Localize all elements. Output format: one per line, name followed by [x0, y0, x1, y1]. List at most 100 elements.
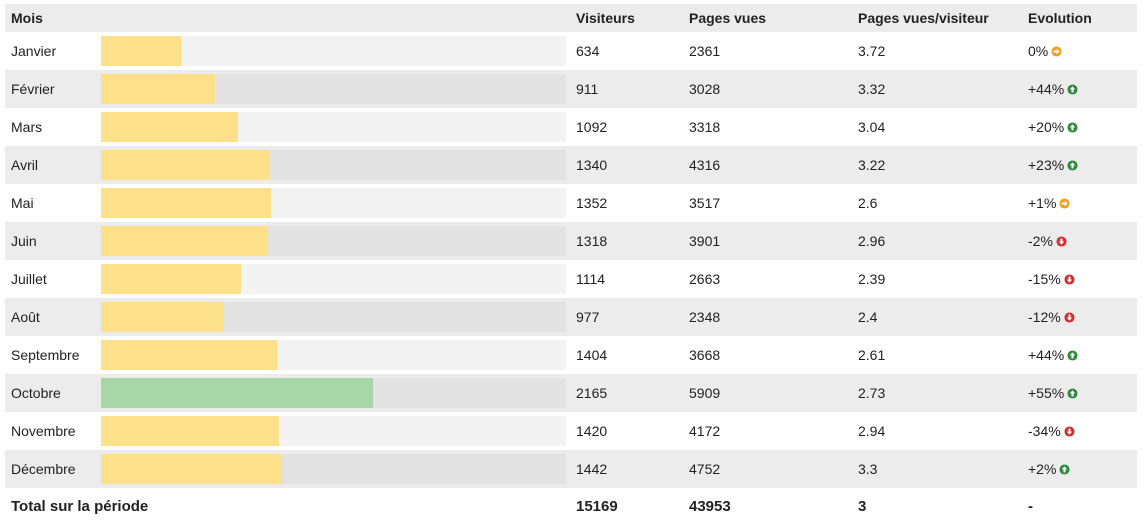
- pages-cell: 4172: [689, 423, 721, 439]
- pages-per-visitor-cell: 2.6: [858, 195, 878, 211]
- evolution-value: +55%: [1028, 385, 1065, 401]
- month-cell: Juillet: [11, 271, 47, 287]
- bar-fill: [101, 36, 181, 66]
- evolution-cell: -34%: [1018, 423, 1137, 439]
- evolution-value: +44%: [1028, 81, 1065, 97]
- pages-per-visitor-cell: 2.39: [858, 271, 886, 287]
- month-cell: Septembre: [11, 347, 80, 363]
- table-row: Juillet 1114 2663 2.39 -15%: [5, 260, 1137, 298]
- visitors-bar: [101, 264, 566, 294]
- evolution-cell: +23%: [1018, 157, 1137, 173]
- visitors-bar: [101, 302, 566, 332]
- evolution-value: -15%: [1028, 271, 1061, 287]
- table-row: Décembre 1442 4752 3.3 +2%: [5, 450, 1137, 488]
- bar-fill: [101, 226, 267, 256]
- pages-cell: 3517: [689, 195, 721, 211]
- evolution-value: +20%: [1028, 119, 1065, 135]
- month-cell: Janvier: [11, 43, 57, 59]
- bar-fill: [101, 264, 241, 294]
- visitors-cell: 2165: [576, 385, 608, 401]
- evolution-cell: 0%: [1018, 43, 1137, 59]
- visitors-bar: [101, 454, 566, 484]
- total-row: Total sur la période 15169 43953 3 -: [5, 488, 1137, 524]
- pages-per-visitor-cell: 3.22: [858, 157, 886, 173]
- arrow-down-circle-icon: [1064, 273, 1075, 285]
- pages-per-visitor-cell: 2.61: [858, 347, 886, 363]
- table-row: Août 977 2348 2.4 -12%: [5, 298, 1137, 336]
- pages-cell: 2361: [689, 43, 721, 59]
- monthly-stats-table: Mois Visiteurs Pages vues Pages vues/vis…: [5, 4, 1137, 524]
- pages-cell: 2348: [689, 309, 721, 325]
- evolution-cell: -12%: [1018, 309, 1137, 325]
- evolution-value: 0%: [1028, 43, 1049, 59]
- pages-cell: 2663: [689, 271, 721, 287]
- visitors-cell: 1442: [576, 461, 608, 477]
- table-row: Septembre 1404 3668 2.61 +44%: [5, 336, 1137, 374]
- month-cell: Mai: [11, 195, 34, 211]
- pages-per-visitor-cell: 2.4: [858, 309, 878, 325]
- table-header: Mois Visiteurs Pages vues Pages vues/vis…: [5, 4, 1137, 32]
- pages-per-visitor-cell: 3.04: [858, 119, 886, 135]
- evolution-value: -2%: [1028, 233, 1053, 249]
- pages-per-visitor-cell: 3.72: [858, 43, 886, 59]
- total-pages: 43953: [689, 497, 731, 515]
- table-row: Février 911 3028 3.32 +44%: [5, 70, 1137, 108]
- header-pages-per-visitor: Pages vues/visiteur: [858, 10, 989, 26]
- visitors-bar: [101, 150, 566, 180]
- bar-fill: [101, 302, 224, 332]
- visitors-cell: 1404: [576, 347, 608, 363]
- table-row: Avril 1340 4316 3.22 +23%: [5, 146, 1137, 184]
- evolution-value: +2%: [1028, 461, 1057, 477]
- evolution-value: +23%: [1028, 157, 1065, 173]
- arrow-up-circle-icon: [1067, 121, 1078, 133]
- evolution-value: +1%: [1028, 195, 1057, 211]
- visitors-cell: 1420: [576, 423, 608, 439]
- table-row: Mars 1092 3318 3.04 +20%: [5, 108, 1137, 146]
- evolution-cell: +55%: [1018, 385, 1137, 401]
- header-evolution: Evolution: [1028, 10, 1092, 26]
- visitors-bar: [101, 188, 566, 218]
- total-evolution: -: [1028, 497, 1033, 515]
- total-pages-per-visitor: 3: [858, 497, 867, 515]
- pages-per-visitor-cell: 2.96: [858, 233, 886, 249]
- table-row: Novembre 1420 4172 2.94 -34%: [5, 412, 1137, 450]
- evolution-cell: +2%: [1018, 461, 1137, 477]
- arrow-up-circle-icon: [1067, 387, 1078, 399]
- pages-cell: 4752: [689, 461, 721, 477]
- bar-fill: [101, 112, 239, 142]
- evolution-cell: +20%: [1018, 119, 1137, 135]
- bar-fill: [101, 416, 280, 446]
- arrow-up-circle-icon: [1059, 463, 1070, 475]
- evolution-value: -12%: [1028, 309, 1061, 325]
- bar-fill: [101, 150, 270, 180]
- visitors-cell: 634: [576, 43, 600, 59]
- pages-per-visitor-cell: 3.3: [858, 461, 878, 477]
- table-row: Mai 1352 3517 2.6 +1%: [5, 184, 1137, 222]
- evolution-value: -34%: [1028, 423, 1061, 439]
- month-cell: Avril: [11, 157, 38, 173]
- visitors-bar: [101, 112, 566, 142]
- table-row: Juin 1318 3901 2.96 -2%: [5, 222, 1137, 260]
- month-cell: Décembre: [11, 461, 76, 477]
- bar-fill: [101, 454, 283, 484]
- visitors-cell: 1114: [576, 271, 606, 287]
- arrow-right-circle-icon: [1059, 197, 1070, 209]
- visitors-bar: [101, 74, 566, 104]
- table-row: Octobre 2165 5909 2.73 +55%: [5, 374, 1137, 412]
- header-visitors: Visiteurs: [576, 10, 635, 26]
- pages-cell: 3028: [689, 81, 721, 97]
- header-month: Mois: [11, 10, 43, 26]
- evolution-cell: -15%: [1018, 271, 1137, 287]
- pages-per-visitor-cell: 2.94: [858, 423, 886, 439]
- visitors-cell: 911: [576, 81, 599, 97]
- arrow-down-circle-icon: [1064, 425, 1075, 437]
- total-label: Total sur la période: [11, 497, 149, 515]
- month-cell: Novembre: [11, 423, 76, 439]
- total-visitors: 15169: [576, 497, 618, 515]
- month-cell: Août: [11, 309, 40, 325]
- pages-cell: 3901: [689, 233, 721, 249]
- table-body: Janvier 634 2361 3.72 0% Février 911 3028 3.32 +4…: [5, 32, 1137, 488]
- evolution-cell: +44%: [1018, 81, 1137, 97]
- arrow-down-circle-icon: [1064, 311, 1075, 323]
- visitors-cell: 977: [576, 309, 600, 325]
